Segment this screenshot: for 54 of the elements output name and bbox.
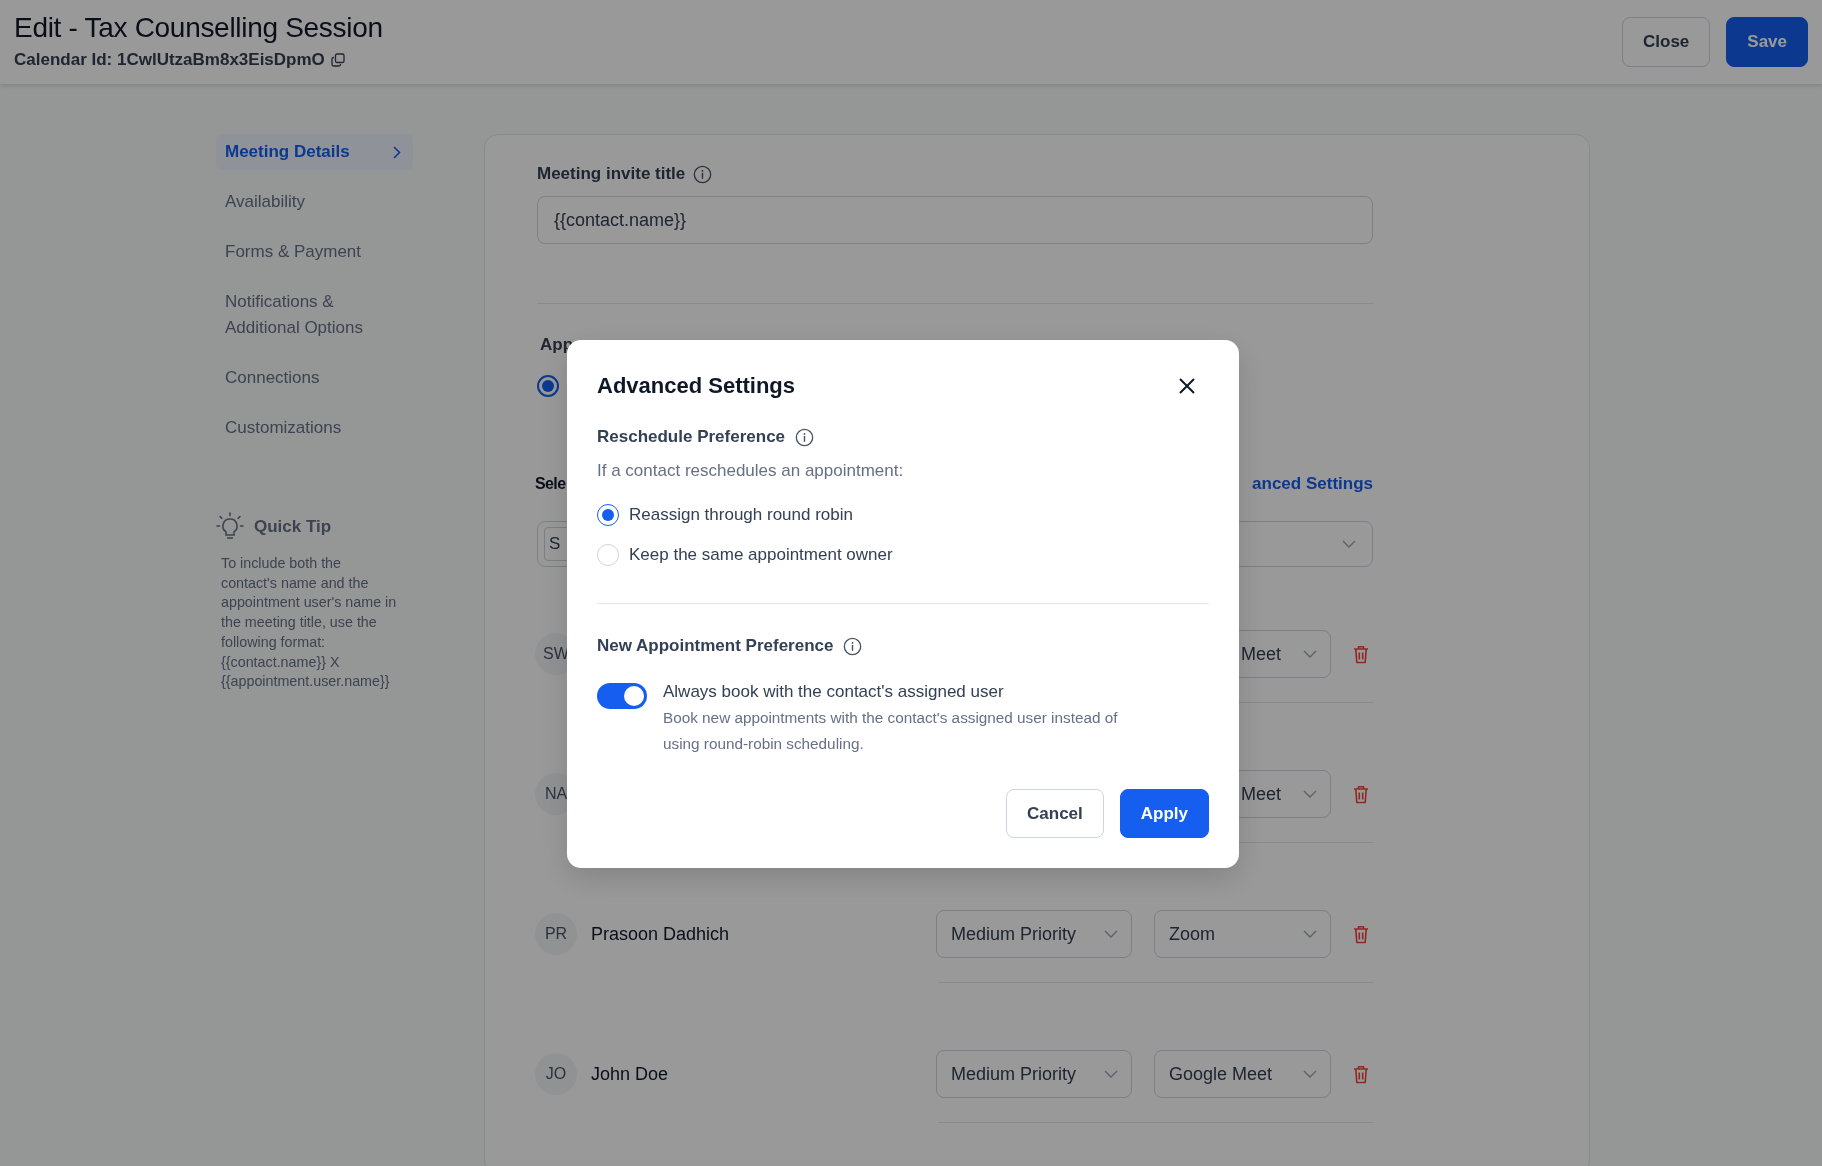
- option-label[interactable]: Keep the same appointment owner: [629, 545, 893, 565]
- sidebar-item[interactable]: Meeting Details: [216, 134, 413, 170]
- member-name: Prasoon Dadhich: [591, 923, 730, 945]
- chevron-down-icon: [1303, 930, 1317, 938]
- close-button[interactable]: Close: [1622, 17, 1711, 67]
- toggle-label: Always book with the contact's assigned user: [663, 681, 1005, 703]
- meeting-select[interactable]: Zoom: [1154, 910, 1331, 958]
- sidebar-item[interactable]: Customizations: [216, 410, 413, 446]
- advanced-settings-link[interactable]: anced Settings: [1252, 474, 1373, 494]
- section-label: Reschedule Preference: [597, 426, 786, 448]
- chevron-right-icon: [393, 145, 401, 159]
- sidebar-item[interactable]: Availability: [216, 184, 413, 220]
- meeting-select[interactable]: Google Meet: [1154, 1050, 1331, 1098]
- chevron-down-icon: [1342, 540, 1356, 548]
- quick-tip-title: Quick Tip: [254, 517, 332, 537]
- option-label[interactable]: Reassign through round robin: [629, 505, 853, 525]
- invite-title-field[interactable]: {{contact.name}}: [537, 196, 1373, 244]
- quick-tip-text: To include both the contact's name and the appointment user's name in the meeting title, use the following format: {{contact.name}} X {{appointment.user.name}}: [221, 554, 397, 692]
- field-label: Sele: [535, 475, 566, 493]
- chevron-down-icon: [1104, 1070, 1118, 1078]
- cancel-button[interactable]: Cancel: [1006, 789, 1104, 838]
- member-name: John Doe: [591, 1063, 669, 1085]
- lightbulb-icon: [216, 512, 244, 542]
- calendar-id: Calendar Id: 1CwlUtzaBm8x3EisDpmO: [14, 50, 325, 70]
- section-label: New Appointment Preference: [597, 635, 834, 657]
- priority-select[interactable]: Medium Priority: [936, 1050, 1132, 1098]
- radio-button[interactable]: [537, 375, 559, 397]
- info-icon: [843, 636, 863, 656]
- toggle-description: Book new appointments with the contact's assigned user instead of using round-robin scheduling.: [663, 708, 1119, 754]
- sidebar-item[interactable]: Connections: [216, 360, 413, 396]
- page-title: Edit - Tax Counselling Session: [14, 12, 384, 44]
- info-icon: [795, 427, 815, 447]
- dialog-title: Advanced Settings: [597, 373, 796, 399]
- avatar: JO: [535, 1053, 577, 1095]
- trash-icon[interactable]: [1353, 1064, 1369, 1084]
- chevron-down-icon: [1303, 790, 1317, 798]
- info-icon: [693, 164, 713, 184]
- trash-icon[interactable]: [1353, 784, 1369, 804]
- trash-icon[interactable]: [1353, 924, 1369, 944]
- priority-select[interactable]: Medium Priority: [936, 910, 1132, 958]
- chevron-down-icon: [1104, 930, 1118, 938]
- toggle-switch[interactable]: [597, 683, 647, 709]
- field-label: Meeting invite title: [537, 163, 686, 185]
- copy-icon[interactable]: [330, 53, 345, 67]
- trash-icon[interactable]: [1353, 644, 1369, 664]
- close-icon[interactable]: [1179, 378, 1195, 394]
- chevron-down-icon: [1303, 650, 1317, 658]
- chevron-down-icon: [1303, 1070, 1317, 1078]
- save-button[interactable]: Save: [1726, 17, 1808, 67]
- avatar: PR: [535, 913, 577, 955]
- sidebar-item[interactable]: Forms & Payment: [216, 234, 413, 270]
- sidebar-item[interactable]: Notifications & Additional Options: [216, 284, 413, 346]
- apply-button[interactable]: Apply: [1119, 789, 1209, 838]
- prompt-text: If a contact reschedules an appointment:: [597, 460, 905, 482]
